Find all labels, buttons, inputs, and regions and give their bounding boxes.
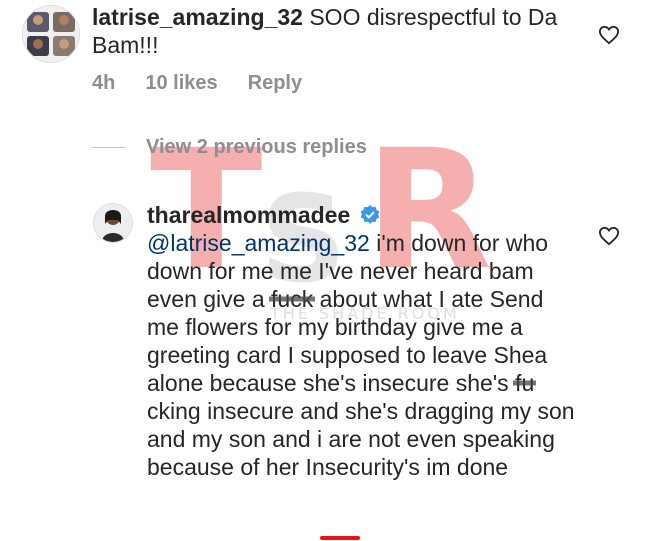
comment-username[interactable]: latrise_amazing_32 (92, 4, 303, 30)
view-previous-replies[interactable]: View 2 previous replies (92, 136, 367, 159)
comment-likes[interactable]: 10 likes (145, 72, 217, 95)
comment-text-part-c: cking insecure and she's dragging my son… (147, 398, 575, 480)
verified-badge-icon (360, 205, 379, 224)
comment-username[interactable]: tharealmommadee (147, 202, 350, 228)
divider-line (92, 147, 126, 148)
avatar-tharealmommadee[interactable] (93, 203, 133, 243)
mention-link[interactable]: @latrise_amazing_32 (147, 230, 370, 256)
comment-time: 4h (92, 72, 116, 94)
avatar-latrise[interactable] (22, 5, 80, 63)
heart-icon[interactable] (598, 25, 620, 45)
comment-meta: 4h 10 likes Reply (92, 72, 302, 95)
scroll-indicator (320, 536, 360, 540)
heart-icon[interactable] (598, 226, 620, 246)
reply-button[interactable]: Reply (248, 72, 302, 95)
censored-word-2: fu (515, 370, 535, 396)
view-replies-label[interactable]: View 2 previous replies (146, 136, 367, 159)
comment-tharealmommadee: tharealmommadee @latrise_amazing_32 i'm … (147, 201, 577, 481)
comment-latrise: latrise_amazing_32 SOO disrespectful to … (92, 3, 562, 59)
censored-word-1: fuck (271, 286, 314, 312)
